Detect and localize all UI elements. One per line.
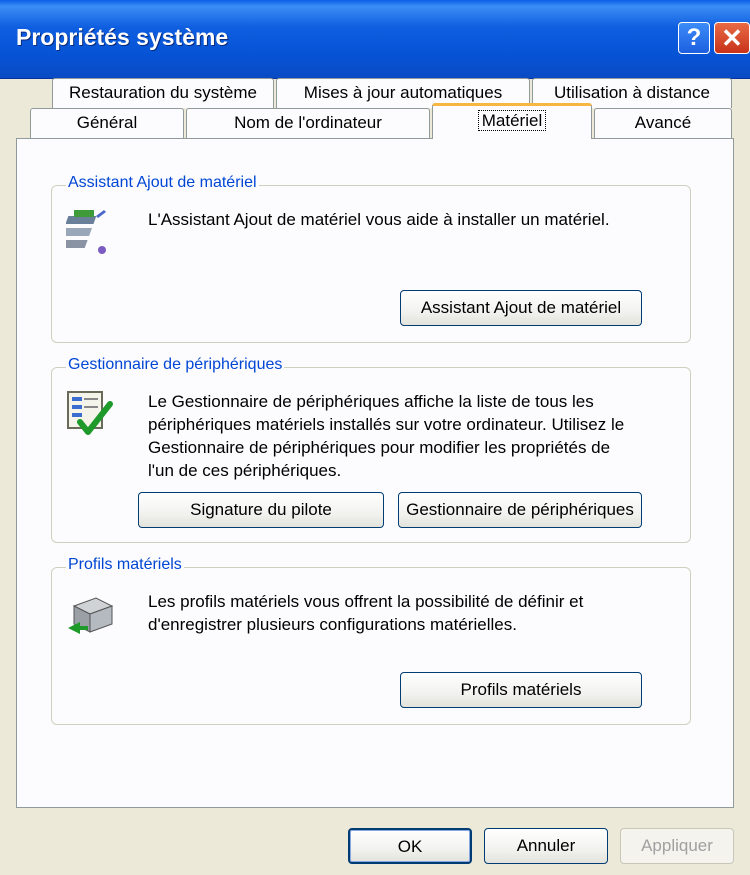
tab-materiel[interactable]: Matériel <box>432 103 592 139</box>
description-line: Gestionnaire de périphériques pour modif… <box>148 438 611 457</box>
group-label: Profils matériels <box>66 556 184 574</box>
tab-nom-ordinateur[interactable]: Nom de l'ordinateur <box>186 108 430 138</box>
tab-label: Restauration du système <box>68 83 258 102</box>
tab-label: Nom de l'ordinateur <box>234 113 382 132</box>
add-hardware-description: L'Assistant Ajout de matériel vous aide … <box>148 210 610 229</box>
ok-button[interactable]: OK <box>348 828 472 864</box>
description-line: l'un de ces périphériques. <box>148 461 342 480</box>
description-line: Les profils matériels vous offrent la po… <box>148 592 584 611</box>
driver-signing-button[interactable]: Signature du pilote <box>138 492 384 528</box>
cancel-button[interactable]: Annuler <box>484 828 608 864</box>
tab-restauration-systeme[interactable]: Restauration du système <box>52 78 274 108</box>
tab-avance[interactable]: Avancé <box>594 108 732 138</box>
tab-general[interactable]: Général <box>30 108 184 138</box>
tab-label: Avancé <box>634 113 692 132</box>
add-hardware-wizard-icon <box>66 210 106 254</box>
tab-label: Matériel <box>477 110 547 131</box>
help-icon[interactable]: ? <box>678 22 710 54</box>
hardware-profiles-button[interactable]: Profils matériels <box>400 672 642 708</box>
hardware-profiles-group: Profils matériels Les profils matériels … <box>51 556 691 725</box>
tab-label: Utilisation à distance <box>554 83 710 102</box>
tab-label: Mises à jour automatiques <box>303 83 503 102</box>
add-hardware-group: Assistant Ajout de matériel L'Assistant … <box>51 174 691 343</box>
device-manager-description: Le Gestionnaire de périphériques affiche… <box>148 390 624 482</box>
hardware-profiles-icon <box>68 597 114 634</box>
add-hardware-wizard-button[interactable]: Assistant Ajout de matériel <box>400 290 642 326</box>
description-line: périphériques matériels installés sur vo… <box>148 415 625 434</box>
hardware-profiles-description: Les profils matériels vous offrent la po… <box>148 590 583 636</box>
apply-button[interactable]: Appliquer <box>620 828 734 864</box>
device-manager-button[interactable]: Gestionnaire de périphériques <box>398 492 642 528</box>
device-manager-group: Gestionnaire de périphériques Le Gestion… <box>51 356 691 543</box>
tab-panel-materiel: Assistant Ajout de matériel L'Assistant … <box>16 138 734 808</box>
device-manager-icon <box>67 391 113 435</box>
tab-label: Général <box>76 113 138 132</box>
group-label: Assistant Ajout de matériel <box>66 174 259 192</box>
window-title: Propriétés système <box>16 24 229 50</box>
description-line: d'enregistrer plusieurs configurations m… <box>148 615 517 634</box>
close-icon[interactable]: ✕ <box>714 22 750 54</box>
group-label: Gestionnaire de périphériques <box>66 356 285 374</box>
description-line: Le Gestionnaire de périphériques affiche… <box>148 392 594 411</box>
